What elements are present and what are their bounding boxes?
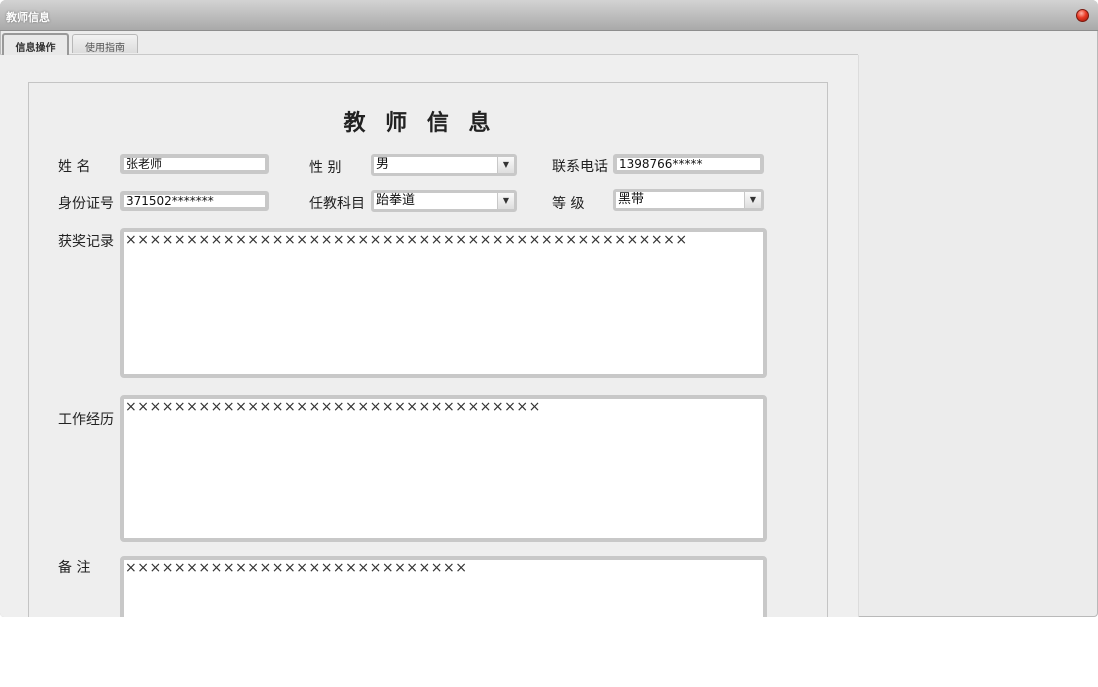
awards-textarea[interactable]: ××××××××××××××××××××××××××××××××××××××××…: [120, 228, 767, 378]
subject-value: 跆拳道: [376, 193, 416, 208]
gender-label: 性 别: [309, 160, 342, 176]
idcard-label: 身份证号: [58, 196, 114, 212]
phone-field[interactable]: 1398766*****: [613, 154, 764, 174]
work-label: 工作经历: [58, 412, 114, 428]
notes-textarea[interactable]: ××××××××××××××××××××××××××××: [120, 556, 767, 617]
window-title: 教师信息: [6, 11, 50, 24]
teacher-info-window: 教师信息 信息操作 使用指南 教 师 信 息 姓 名 张老师 性 别 男 ▼ 联…: [0, 0, 1098, 617]
level-label: 等 级: [552, 196, 585, 212]
tab-content: 教 师 信 息 姓 名 张老师 性 别 男 ▼ 联系电话 1398766****…: [0, 55, 859, 617]
subject-label: 任教科目: [309, 196, 365, 212]
notes-label: 备 注: [58, 560, 91, 576]
form-panel: 教 师 信 息 姓 名 张老师 性 别 男 ▼ 联系电话 1398766****…: [28, 82, 828, 617]
name-field[interactable]: 张老师: [120, 154, 269, 174]
chevron-down-icon[interactable]: ▼: [497, 157, 514, 173]
title-bar[interactable]: 教师信息: [0, 0, 1098, 31]
tab-bar: 信息操作 使用指南: [0, 31, 858, 55]
chevron-down-icon[interactable]: ▼: [744, 192, 761, 208]
close-icon[interactable]: [1076, 9, 1089, 22]
tab-user-guide[interactable]: 使用指南: [72, 34, 138, 54]
work-textarea[interactable]: ××××××××××××××××××××××××××××××××××: [120, 395, 767, 542]
idcard-field[interactable]: 371502*******: [120, 191, 269, 211]
level-select[interactable]: 黑带 ▼: [613, 189, 764, 211]
tab-info-operation[interactable]: 信息操作: [2, 33, 69, 55]
level-value: 黑带: [618, 192, 645, 207]
chevron-down-icon[interactable]: ▼: [497, 193, 514, 209]
phone-label: 联系电话: [552, 159, 608, 175]
name-label: 姓 名: [58, 159, 91, 175]
gender-select[interactable]: 男 ▼: [371, 154, 517, 176]
page-title: 教 师 信 息: [343, 110, 497, 136]
awards-label: 获奖记录: [58, 234, 114, 250]
gender-value: 男: [376, 157, 390, 172]
subject-select[interactable]: 跆拳道 ▼: [371, 190, 517, 212]
